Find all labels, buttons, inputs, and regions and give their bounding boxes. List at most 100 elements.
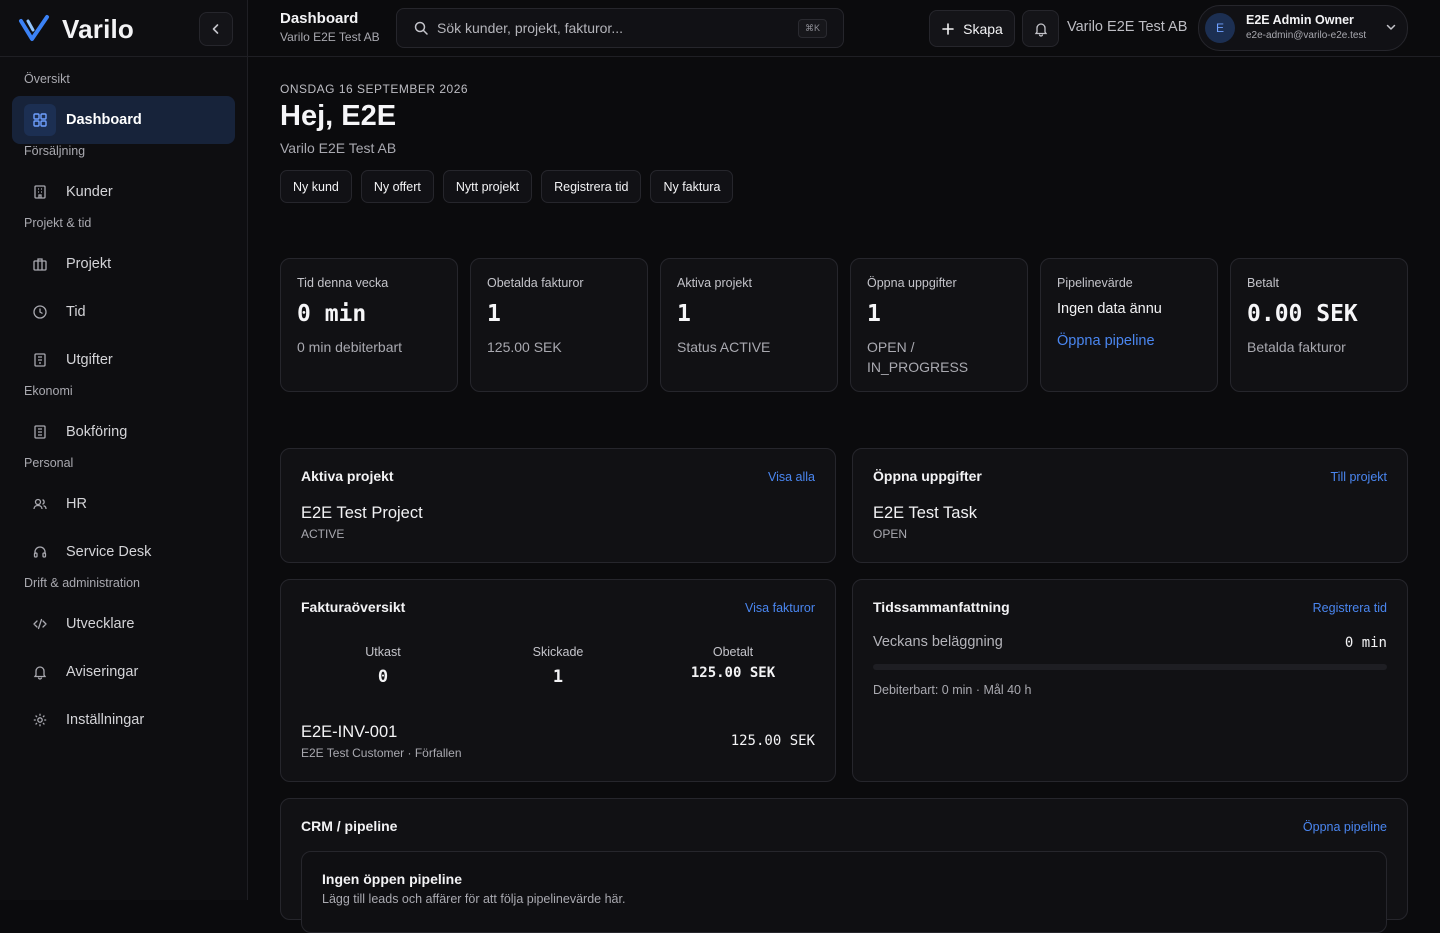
building-icon [24,176,56,208]
brand[interactable]: Varilo [18,12,134,46]
sidebar-item-label: Utvecklare [66,616,135,632]
plus-icon [942,22,954,35]
kpi-label: Obetalda fakturor [487,276,584,290]
card-title: Öppna uppgifter [873,468,982,484]
organization-line: Varilo E2E Test AB [280,140,397,156]
sidebar-item-aviseringar[interactable]: Aviseringar [12,648,235,696]
organization-name[interactable]: Varilo E2E Test AB [1067,19,1187,35]
sidebar-item-label: Projekt [66,256,112,272]
billable-summary: Debiterbart: 0 min · Mål 40 h [873,683,1032,697]
search-shortcut-badge: ⌘K [797,18,827,38]
chevron-left-icon [212,24,219,34]
sidebar-item-label: Kunder [66,184,113,200]
brand-name: Varilo [62,13,135,44]
kpi-subtext: 0 min debiterbart [297,339,403,355]
crm-pipeline-card: CRM / pipeline Öppna pipeline Ingen öppe… [280,798,1408,933]
sidebar-item-tid[interactable]: Tid [12,288,235,336]
ledger-icon [24,416,56,448]
invoice-meta: E2E Test Customer · Förfallen [301,746,462,760]
sidebar-item-label: Service Desk [66,544,152,560]
sidebar-item-hr[interactable]: HR [12,480,235,528]
stat-label: Utkast [365,645,401,659]
empty-pipeline-text: Lägg till leads och affärer för att följ… [322,892,626,906]
weekly-occupancy-label: Veckans beläggning [873,634,1003,650]
sidebar-item-utvecklare[interactable]: Utvecklare [12,600,235,648]
kpi-subtext: 125.00 SEK [487,339,562,355]
varilo-logo-icon [19,15,49,41]
view-all-projects-link[interactable]: Visa alla [768,470,815,484]
sidebar-item-service-desk[interactable]: Service Desk [12,528,235,576]
sidebar-item-label: Tid [66,304,86,320]
sidebar-item-label: Bokföring [66,424,128,440]
sidebar-item-utgifter[interactable]: Utgifter [12,336,235,384]
register-time-button[interactable]: Registrera tid [541,170,642,203]
clock-icon [24,296,56,328]
sidebar-item-dashboard[interactable]: Dashboard [12,96,235,144]
kpi-label: Pipelinevärde [1057,276,1133,290]
page-title: Dashboard [280,10,359,27]
register-time-link[interactable]: Registrera tid [1313,601,1387,615]
kpi-card-unpaid-invoices[interactable]: Obetalda fakturor 1 125.00 SEK [470,258,648,392]
kpi-card-open-tasks[interactable]: Öppna uppgifter 1 OPEN / IN_PROGRESS [850,258,1028,392]
to-project-link[interactable]: Till projekt [1331,470,1388,484]
view-invoices-link[interactable]: Visa fakturor [745,601,815,615]
gear-icon [24,704,56,736]
receipt-icon [24,344,56,376]
stat-value: 1 [552,667,564,687]
section-label-forsaljning: Försäljning [24,144,86,158]
invoice-stat-sent: Skickade 1 [470,645,646,687]
bell-icon [24,656,56,688]
active-projects-card: Aktiva projekt Visa alla E2E Test Projec… [280,448,836,563]
kpi-card-active-projects[interactable]: Aktiva projekt 1 Status ACTIVE [660,258,838,392]
task-status: OPEN [873,527,908,541]
kpi-value: 0.00 SEK [1247,301,1358,327]
sidebar-item-label: Aviseringar [66,664,139,680]
users-icon [24,488,56,520]
card-title: CRM / pipeline [301,818,398,834]
kpi-value: 0 min [297,301,367,327]
sidebar-item-bokforing[interactable]: Bokföring [12,408,235,456]
weekly-occupancy-value: 0 min [1344,635,1387,651]
project-name[interactable]: E2E Test Project [301,504,423,523]
create-button[interactable]: Skapa [929,10,1015,47]
new-quote-button[interactable]: Ny offert [360,170,434,203]
stat-label: Skickade [532,645,584,659]
kpi-value: 1 [867,301,881,327]
task-name[interactable]: E2E Test Task [873,504,977,523]
kpi-card-paid[interactable]: Betalt 0.00 SEK Betalda fakturor [1230,258,1408,392]
kpi-label: Aktiva projekt [677,276,753,290]
sidebar-item-label: HR [66,496,87,512]
kpi-card-time-this-week[interactable]: Tid denna vecka 0 min 0 min debiterbart [280,258,458,392]
sidebar-item-projekt[interactable]: Projekt [12,240,235,288]
user-menu[interactable]: E E2E Admin Owner e2e-admin@varilo-e2e.t… [1198,5,1408,51]
section-label-personal: Personal [24,456,74,470]
sidebar-item-installningar[interactable]: Inställningar [12,696,235,744]
card-title: Fakturaöversikt [301,599,406,615]
collapse-sidebar-button[interactable] [199,12,233,46]
new-customer-button[interactable]: Ny kund [280,170,352,203]
code-icon [24,608,56,640]
stat-value: 0 [377,667,389,687]
time-summary-card: Tidssammanfattning Registrera tid Veckan… [852,579,1408,782]
invoice-number: E2E-INV-001 [301,723,398,741]
sidebar-item-kunder[interactable]: Kunder [12,168,235,216]
avatar: E [1205,13,1235,43]
stat-value: 125.00 SEK [690,665,776,681]
user-name: E2E Admin Owner [1246,13,1354,27]
search-placeholder: Sök kunder, projekt, fakturor... [437,20,623,36]
kpi-value: 1 [487,301,501,327]
invoice-stat-unpaid: Obetalt 125.00 SEK [645,645,821,681]
invoice-stat-draft: Utkast 0 [295,645,471,687]
notifications-button[interactable] [1022,10,1059,47]
sidebar-item-label: Utgifter [66,352,113,368]
section-label-oversikt: Översikt [24,72,70,86]
open-pipeline-link[interactable]: Öppna pipeline [1303,820,1387,834]
quick-actions: Ny kund Ny offert Nytt projekt Registrer… [280,170,742,203]
new-project-button[interactable]: Nytt projekt [442,170,533,203]
new-invoice-button[interactable]: Ny faktura [650,170,734,203]
search-input[interactable]: Sök kunder, projekt, fakturor... ⌘K [396,8,844,48]
user-email: e2e-admin@varilo-e2e.test [1246,30,1367,41]
create-button-label: Skapa [963,20,1003,37]
grid-icon [24,104,56,136]
open-pipeline-link[interactable]: Öppna pipeline [1057,333,1155,349]
